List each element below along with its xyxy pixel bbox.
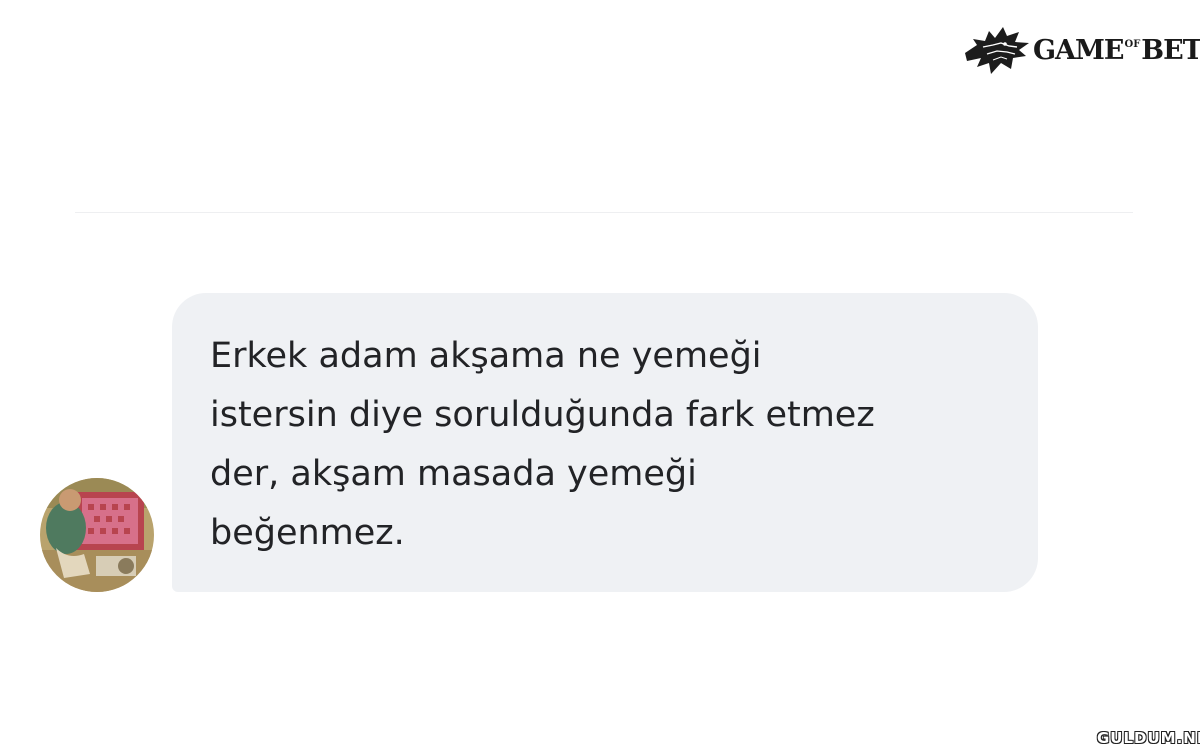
site-watermark: GULDUM.NET [1096, 729, 1200, 748]
logo-text-game: GAME [1033, 34, 1124, 66]
logo-text-of: OF [1124, 38, 1141, 50]
user-avatar-illustration [40, 478, 154, 592]
divider [75, 212, 1133, 213]
message-text: Erkek adam akşama ne yemeği istersin diy… [210, 336, 875, 553]
wolf-head-icon [965, 27, 1029, 74]
logo-text-bet: BET [1141, 34, 1200, 66]
gameofbet-logo: GAME OF BET [963, 22, 1200, 78]
message-bubble: Erkek adam akşama ne yemeği istersin diy… [172, 293, 1038, 592]
user-avatar[interactable] [40, 478, 154, 592]
